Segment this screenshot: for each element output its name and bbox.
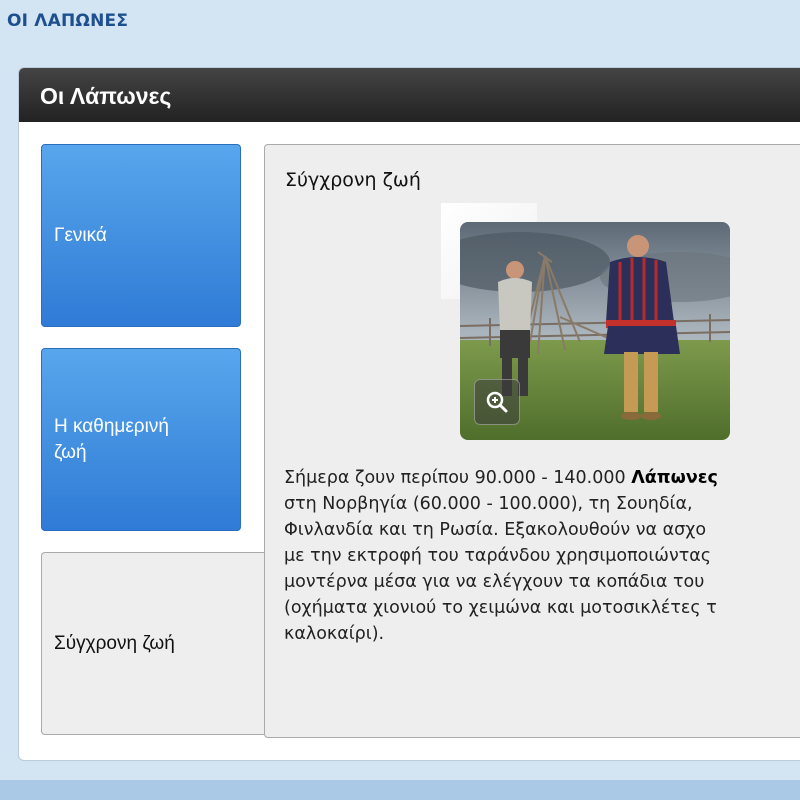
paragraph-line: με την εκτροφή του ταράνδου χρησιμοποιών…: [284, 546, 712, 566]
panel-header: Οι Λάπωνες: [19, 68, 800, 122]
panel-title: Οι Λάπωνες: [40, 83, 172, 109]
paragraph-line: (οχήματα χιονιού το χειμώνα και μοτοσικλ…: [284, 598, 717, 618]
paragraph-line: μοντέρνα μέσα για να ελέγχουν τα κοπάδια…: [284, 572, 705, 592]
tab-modern-life[interactable]: Σύγχρονη ζωή: [41, 552, 266, 735]
paragraph-line: καλοκαίρι).: [284, 624, 385, 644]
main-panel: Οι Λάπωνες Γενικά Η καθημερινή ζωή Σύγχρ…: [18, 67, 800, 761]
paragraph-text: Σήμερα ζουν περίπου 90.000 - 140.000: [284, 468, 632, 488]
paragraph-line: Σήμερα ζουν περίπου 90.000 - 140.000 Λάπ…: [284, 465, 800, 491]
tab-label: Σύγχρονη ζωή: [54, 632, 175, 654]
tab-general[interactable]: Γενικά: [41, 144, 241, 327]
page-top-title: ΟΙ ΛΑΠΩΝΕΣ: [7, 11, 129, 31]
content-area: Σύγχρονη ζωή Σήμερα ζουν περίπου 90.000 …: [264, 144, 800, 738]
paragraph-line: στη Νορβηγία (60.000 - 100.000), τη Σουη…: [284, 494, 693, 514]
paragraph-line: Φινλανδία και τη Ρωσία. Εξακολουθούν να …: [284, 520, 707, 540]
content-paragraph: Σήμερα ζουν περίπου 90.000 - 140.000 Λάπ…: [284, 465, 800, 647]
paragraph-bold-text: Λάπωνες: [631, 468, 718, 488]
tab-daily-life[interactable]: Η καθημερινή ζωή: [41, 348, 241, 531]
content-photo[interactable]: [460, 222, 730, 440]
tab-label: Γενικά: [54, 224, 107, 246]
content-title: Σύγχρονη ζωή: [285, 169, 421, 191]
bottom-strip: [0, 780, 800, 800]
zoom-in-icon: [486, 391, 508, 413]
zoom-button[interactable]: [474, 379, 520, 425]
tab-label: Η καθημερινή ζωή: [54, 415, 169, 463]
